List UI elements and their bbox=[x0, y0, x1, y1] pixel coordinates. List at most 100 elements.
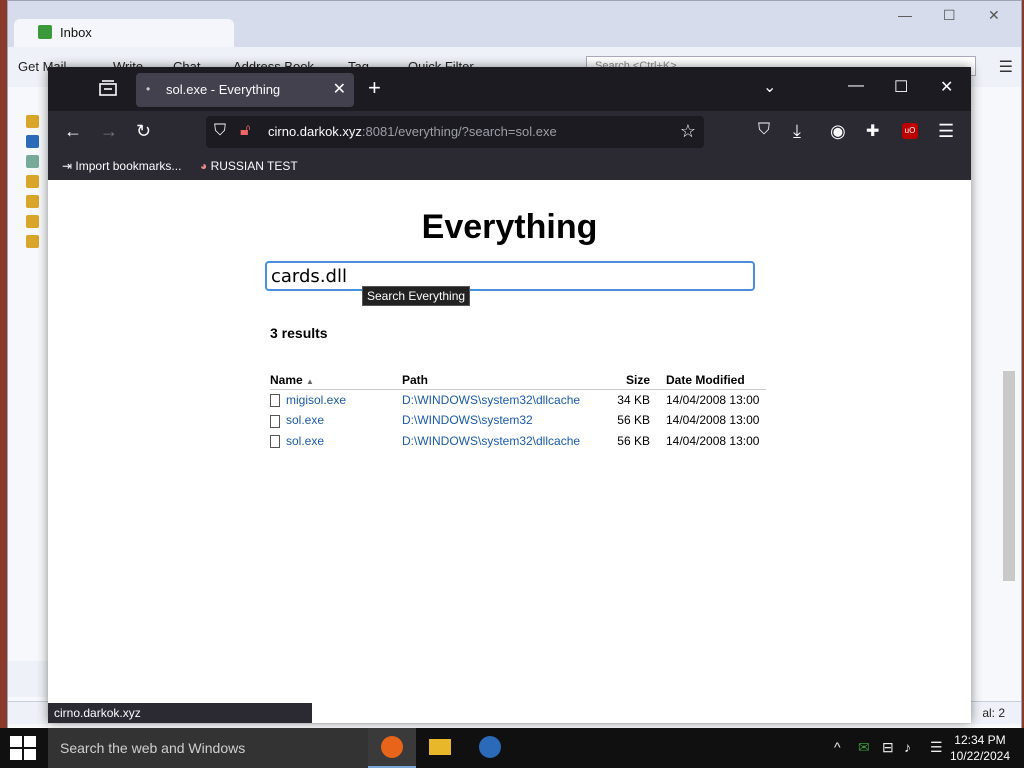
folder-icon[interactable] bbox=[26, 115, 39, 128]
firefox-view-icon[interactable] bbox=[98, 79, 118, 97]
clock-date: 10/22/2024 bbox=[949, 749, 1010, 763]
taskbar-search-box[interactable]: Search the web and Windows bbox=[48, 728, 368, 768]
tab-bar: • sol.exe - Everything ✕ + ⌄ — ☐ ✕ bbox=[48, 67, 971, 111]
column-header-path[interactable]: Path bbox=[402, 373, 592, 390]
ublock-icon[interactable]: uO bbox=[902, 123, 918, 139]
tracking-shield-icon[interactable]: ⛉ bbox=[214, 122, 226, 140]
action-center-icon[interactable]: ☰ bbox=[930, 739, 943, 756]
folder-icon[interactable] bbox=[26, 135, 39, 148]
tab-inbox-label: Inbox bbox=[60, 25, 92, 40]
file-icon bbox=[270, 434, 280, 448]
url-host: cirno.darkok.xyz bbox=[268, 124, 362, 139]
file-date: 14/04/2008 13:00 bbox=[666, 433, 760, 448]
import-bookmarks-item[interactable]: ⇥ Import bookmarks... bbox=[62, 159, 181, 173]
taskbar: Search the web and Windows ^ ✉ ⊟ ♪ ☰ 12:… bbox=[0, 728, 1024, 768]
file-path-link[interactable]: D:\WINDOWS\system32\dllcache bbox=[402, 431, 592, 451]
firefox-taskbar-icon[interactable] bbox=[368, 728, 416, 768]
bookmark-russian-test-label: RUSSIAN TEST bbox=[210, 159, 298, 173]
url-path: :8081/everything/?search=sol.exe bbox=[361, 124, 557, 139]
file-path-link[interactable]: D:\WINDOWS\system32 bbox=[402, 410, 592, 430]
taskbar-search-placeholder: Search the web and Windows bbox=[60, 740, 246, 756]
search-tooltip: Search Everything bbox=[362, 286, 471, 306]
page-content: Everything cards.dll Search Everything 3… bbox=[48, 180, 971, 723]
close-icon[interactable]: ✕ bbox=[988, 7, 1000, 24]
tab-everything[interactable]: • sol.exe - Everything ✕ bbox=[136, 73, 354, 107]
search-input[interactable]: cards.dll bbox=[265, 261, 755, 291]
tab-close-icon[interactable]: ✕ bbox=[333, 79, 346, 99]
file-size: 56 KB bbox=[617, 433, 650, 448]
info-bar bbox=[8, 661, 48, 697]
results-table: Name ▲ Path Size Date Modified migisol.e… bbox=[270, 373, 766, 451]
file-icon bbox=[270, 394, 280, 408]
tray-mail-icon[interactable]: ✉ bbox=[858, 739, 870, 756]
table-row: sol.exe D:\WINDOWS\system32\dllcache 56 … bbox=[270, 431, 766, 451]
file-date: 14/04/2008 13:00 bbox=[666, 393, 760, 408]
scrollbar-thumb[interactable] bbox=[1003, 371, 1015, 581]
tab-inbox[interactable]: Inbox bbox=[14, 19, 234, 47]
navigation-toolbar: ← → ↻ ⛉ 🔓︎ cirno.darkok.xyz:8081/everyth… bbox=[48, 111, 971, 153]
results-count: 3 results bbox=[270, 325, 328, 341]
hamburger-menu-icon[interactable]: ☰ bbox=[999, 57, 1013, 77]
maximize-icon[interactable]: ☐ bbox=[894, 77, 908, 97]
maximize-icon[interactable]: ☐ bbox=[943, 7, 956, 24]
file-name-link[interactable]: sol.exe bbox=[286, 434, 324, 448]
tab-title: sol.exe - Everything bbox=[166, 82, 281, 97]
forward-icon[interactable]: → bbox=[100, 121, 118, 142]
file-name-link[interactable]: migisol.exe bbox=[286, 393, 346, 407]
file-size: 56 KB bbox=[617, 413, 650, 428]
file-icon bbox=[270, 414, 280, 428]
table-row: sol.exe D:\WINDOWS\system32 56 KB 14/04/… bbox=[270, 410, 766, 430]
app-menu-icon[interactable]: ☰ bbox=[938, 121, 954, 142]
clock-time: 12:34 PM bbox=[954, 733, 1006, 747]
file-name-link[interactable]: sol.exe bbox=[286, 413, 324, 427]
bookmark-russian-test[interactable]: ◕ RUSSIAN TEST bbox=[200, 159, 298, 173]
url-text[interactable]: cirno.darkok.xyz:8081/everything/?search… bbox=[268, 124, 557, 139]
windows-start-icon[interactable] bbox=[10, 736, 36, 760]
taskbar-clock[interactable]: 12:34 PM 10/22/2024 bbox=[950, 732, 1010, 764]
tray-chevron-icon[interactable]: ^ bbox=[834, 739, 841, 755]
folder-icon[interactable] bbox=[26, 155, 39, 168]
minimize-icon[interactable]: — bbox=[898, 7, 912, 23]
back-icon[interactable]: ← bbox=[64, 121, 82, 142]
bookmark-favicon-icon: ◕ bbox=[200, 159, 208, 173]
folder-icon[interactable] bbox=[26, 195, 39, 208]
thunderbird-taskbar-icon[interactable] bbox=[466, 728, 514, 768]
account-icon[interactable]: ◉ bbox=[830, 121, 846, 142]
pocket-icon[interactable]: ⛉ bbox=[758, 121, 770, 139]
page-title: Everything bbox=[421, 208, 598, 246]
tab-favicon-icon: • bbox=[146, 82, 151, 96]
folder-icon[interactable] bbox=[26, 215, 39, 228]
bookmark-star-icon[interactable]: ☆ bbox=[680, 121, 696, 142]
insecure-lock-icon[interactable]: 🔓︎ bbox=[240, 122, 250, 140]
new-tab-icon[interactable]: + bbox=[368, 75, 381, 101]
column-name-label: Name bbox=[270, 373, 303, 387]
column-header-date[interactable]: Date Modified bbox=[666, 373, 766, 390]
column-header-name[interactable]: Name ▲ bbox=[270, 373, 402, 390]
network-icon[interactable]: ⊟ bbox=[882, 739, 894, 756]
thunderbird-titlebar: Inbox — ☐ ✕ bbox=[8, 1, 1021, 47]
file-path-link[interactable]: D:\WINDOWS\system32\dllcache bbox=[402, 390, 592, 411]
file-explorer-taskbar-icon[interactable] bbox=[416, 728, 464, 768]
folder-icon[interactable] bbox=[26, 175, 39, 188]
minimize-icon[interactable]: — bbox=[848, 77, 864, 95]
close-icon[interactable]: ✕ bbox=[940, 77, 953, 97]
url-bar[interactable]: ⛉ 🔓︎ cirno.darkok.xyz:8081/everything/?s… bbox=[206, 116, 704, 148]
downloads-icon[interactable]: ⤓ bbox=[793, 121, 801, 142]
folder-icon[interactable] bbox=[26, 235, 39, 248]
import-icon: ⇥ bbox=[62, 159, 73, 173]
extensions-icon[interactable]: ✚ bbox=[866, 121, 879, 141]
inbox-icon bbox=[38, 25, 52, 39]
sort-ascending-icon: ▲ bbox=[306, 377, 314, 386]
reload-icon[interactable]: ↻ bbox=[136, 121, 151, 142]
firefox-logo-icon bbox=[381, 736, 403, 758]
file-date: 14/04/2008 13:00 bbox=[666, 413, 760, 428]
table-header-row: Name ▲ Path Size Date Modified bbox=[270, 373, 766, 390]
firefox-window: • sol.exe - Everything ✕ + ⌄ — ☐ ✕ ← → ↻… bbox=[48, 67, 971, 723]
unread-count: al: 2 bbox=[982, 706, 1005, 720]
bookmarks-toolbar: ⇥ Import bookmarks... ◕ RUSSIAN TEST bbox=[48, 153, 971, 180]
column-header-size[interactable]: Size bbox=[592, 373, 666, 390]
folder-icon bbox=[429, 739, 451, 755]
tab-list-chevron-icon[interactable]: ⌄ bbox=[763, 77, 776, 97]
file-size: 34 KB bbox=[617, 393, 650, 408]
volume-icon[interactable]: ♪ bbox=[904, 739, 911, 755]
